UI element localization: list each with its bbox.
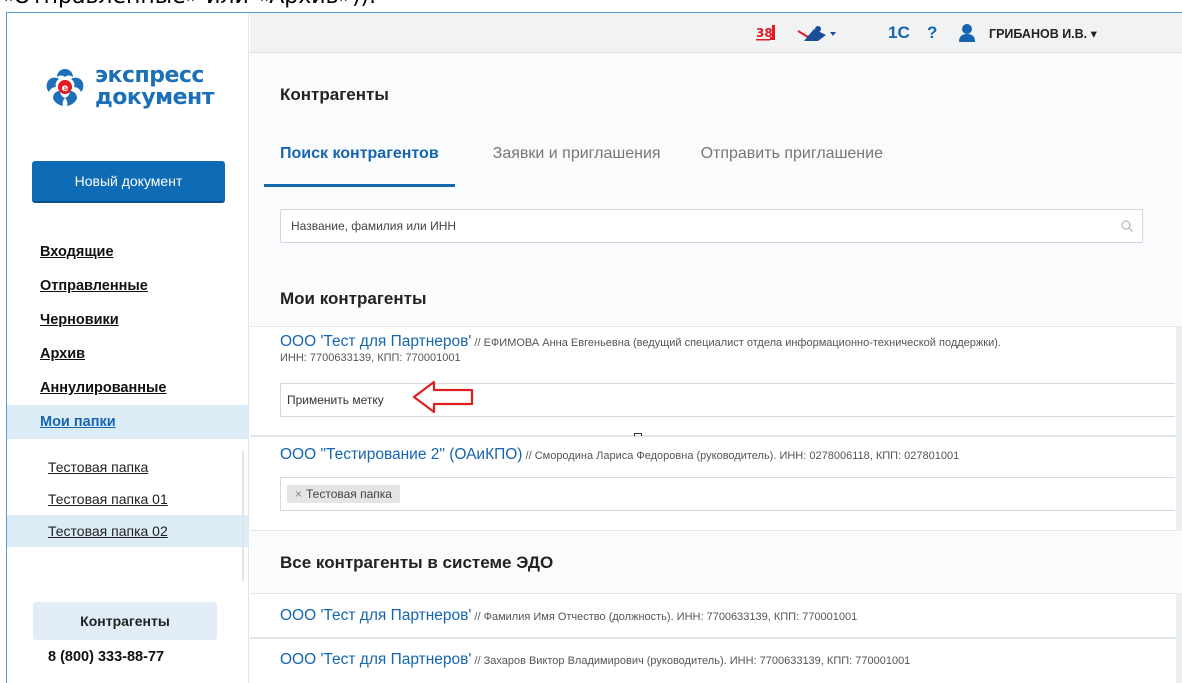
support-phone: 8 (800) 333-88-77 xyxy=(48,649,165,665)
sidebar-item-sent[interactable]: Отправленные xyxy=(7,269,249,303)
contact-details: // ЕФИМОВА Анна Евгеньевна (ведущий спец… xyxy=(471,337,1001,349)
folders-scrollbar[interactable] xyxy=(242,451,244,581)
mail-icon[interactable] xyxy=(796,22,838,44)
help-icon[interactable]: ? xyxy=(927,22,937,44)
folder-item[interactable]: Тестовая папка xyxy=(7,451,249,483)
user-icon xyxy=(958,22,976,44)
search-icon[interactable] xyxy=(1120,219,1134,233)
tag-placeholder: Применить метку xyxy=(287,393,384,407)
contact-card: ООО 'Тест для Партнеров' // Захаров Викт… xyxy=(250,638,1176,683)
sidebar: e экспресс документ Новый документ Входя… xyxy=(7,13,249,683)
sidebar-item-archive[interactable]: Архив xyxy=(7,337,249,371)
user-menu[interactable]: ГРИБАНОВ И.В. ▾ xyxy=(989,22,1097,44)
all-contacts-heading: Все контрагенты в системе ЭДО xyxy=(280,553,554,572)
brand-line2: документ xyxy=(95,85,215,110)
folder-item[interactable]: Тестовая папка 01 xyxy=(7,483,249,515)
contact-name-link[interactable]: ООО 'Тест для Партнеров' xyxy=(280,333,471,350)
sidebar-item-my-folders[interactable]: Мои папки xyxy=(7,405,249,439)
app-frame: e экспресс документ Новый документ Входя… xyxy=(6,12,1182,683)
tab-search[interactable]: Поиск контрагентов xyxy=(264,141,455,187)
contact-card: ООО 'Тест для Партнеров' // ЕФИМОВА Анна… xyxy=(250,326,1176,436)
search-placeholder: Название, фамилия или ИНН xyxy=(291,219,457,233)
logo-text: экспресс документ xyxy=(95,63,215,110)
my-contacts-heading: Мои контрагенты xyxy=(280,289,427,308)
contacts-button[interactable]: Контрагенты xyxy=(33,602,217,640)
folder-item[interactable]: Тестовая папка 02 xyxy=(7,515,249,547)
chip-label: Тестовая папка xyxy=(306,487,392,501)
search-input[interactable]: Название, фамилия или ИНН xyxy=(280,209,1143,243)
contact-details: // Захаров Виктор Владимирович (руководи… xyxy=(471,655,911,667)
arrow-annotation-icon xyxy=(412,380,474,414)
contact-name-link[interactable]: ООО 'Тест для Партнеров' xyxy=(280,651,471,668)
brand-line1: экспресс xyxy=(95,63,204,88)
contact-details: // Смородина Лариса Федоровна (руководит… xyxy=(522,450,960,462)
contact-details: // Фамилия Имя Отчество (должность). ИНН… xyxy=(471,611,858,623)
svg-text:e: e xyxy=(62,83,69,94)
tag-chip: × Тестовая папка xyxy=(287,485,400,503)
tag-input[interactable]: × Тестовая папка xyxy=(280,477,1175,511)
sidebar-item-drafts[interactable]: Черновики xyxy=(7,303,249,337)
contact-name-link[interactable]: ООО "Тестирование 2" (ОАиКПО) xyxy=(280,446,522,463)
folders-list: Тестовая папка Тестовая папка 01 Тестова… xyxy=(7,451,249,547)
page-title: Контрагенты xyxy=(280,85,389,104)
logo[interactable]: e экспресс документ xyxy=(43,63,215,110)
all-contacts-scrollbar[interactable] xyxy=(1176,593,1182,683)
sidebar-nav: Входящие Отправленные Черновики Архив Ан… xyxy=(7,235,249,439)
sidebar-item-inbox[interactable]: Входящие xyxy=(7,235,249,269)
new-document-button[interactable]: Новый документ xyxy=(32,161,225,203)
logo-icon: e xyxy=(43,65,87,109)
header-bar: 38 1С ? ГРИБАНОВ И.В. ▾ xyxy=(250,13,1182,53)
chip-remove-icon[interactable]: × xyxy=(295,487,302,501)
contact-name-link[interactable]: ООО 'Тест для Партнеров' xyxy=(280,607,471,624)
tab-invite[interactable]: Отправить приглашение xyxy=(699,141,885,187)
main-content: Контрагенты Поиск контрагентов Заявки и … xyxy=(250,53,1182,683)
calendar-icon[interactable]: 38 xyxy=(756,22,780,44)
contact-ids: ИНН: 7700633139, КПП: 770001001 xyxy=(280,352,461,364)
tabs: Поиск контрагентов Заявки и приглашения … xyxy=(264,141,921,191)
app-1c-button[interactable]: 1С xyxy=(888,22,910,44)
sidebar-item-cancelled[interactable]: Аннулированные xyxy=(7,371,249,405)
contact-card: ООО 'Тест для Партнеров' // Фамилия Имя … xyxy=(250,593,1176,638)
my-contacts-scrollbar[interactable] xyxy=(1176,326,1182,531)
tab-requests[interactable]: Заявки и приглашения xyxy=(491,141,663,187)
